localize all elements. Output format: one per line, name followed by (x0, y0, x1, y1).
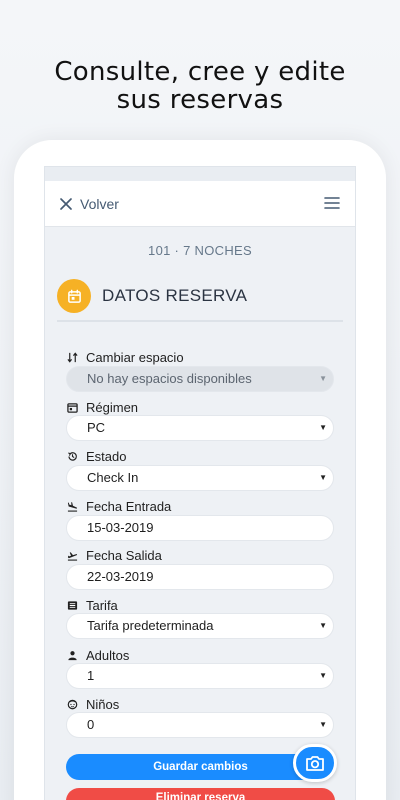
chevron-down-icon: ▼ (319, 374, 327, 383)
calendar-badge-icon (57, 279, 91, 313)
field-label-tarifa: Tarifa (67, 597, 118, 613)
field-label-ninos: Niños (67, 696, 119, 712)
camera-fab-button[interactable] (293, 744, 337, 782)
field-label-fecha-entrada: Fecha Entrada (67, 498, 171, 514)
chevron-down-icon: ▼ (319, 720, 327, 729)
fecha-entrada-input[interactable]: 15-03-2019 (66, 515, 334, 541)
swap-arrows-icon (67, 351, 78, 363)
close-icon (60, 198, 72, 210)
plane-takeoff-icon (67, 551, 78, 561)
section-divider (57, 320, 343, 322)
reservation-summary: 101 · 7 NOCHES (148, 243, 252, 258)
camera-icon (306, 756, 324, 771)
hamburger-menu-icon[interactable] (323, 194, 341, 212)
back-label: Volver (80, 196, 119, 212)
fecha-salida-input[interactable]: 22-03-2019 (66, 564, 334, 590)
delete-reservation-button[interactable]: Eliminar reserva (66, 788, 335, 800)
child-face-icon (67, 699, 78, 709)
top-bar: Volver (45, 181, 355, 227)
adultos-select[interactable]: 1 ▼ (66, 663, 334, 689)
cambiar-espacio-select[interactable]: No hay espacios disponibles ▼ (66, 366, 334, 392)
field-label-cambiar-espacio: Cambiar espacio (67, 349, 184, 365)
back-button[interactable]: Volver (59, 192, 119, 216)
app-screen: Volver 101 · 7 NOCHES DATOS RESERVA Camb… (45, 181, 355, 800)
list-icon (67, 600, 78, 610)
person-icon (68, 650, 77, 660)
headline-line-2: sus reservas (116, 85, 284, 115)
field-label-fecha-salida: Fecha Salida (67, 547, 162, 563)
chevron-down-icon: ▼ (319, 423, 327, 432)
chevron-down-icon: ▼ (319, 473, 327, 482)
chevron-down-icon: ▼ (319, 671, 327, 680)
history-icon (68, 451, 77, 461)
ninos-select[interactable]: 0 ▼ (66, 712, 334, 738)
plane-landing-icon (67, 501, 78, 512)
estado-select[interactable]: Check In ▼ (66, 465, 334, 491)
headline-line-1: Consulte, cree y edite (54, 57, 346, 87)
field-label-regimen: Régimen (67, 399, 138, 415)
section-title: DATOS RESERVA (102, 286, 248, 305)
tarifa-select[interactable]: Tarifa predeterminada ▼ (66, 613, 334, 639)
regimen-select[interactable]: PC ▼ (66, 415, 334, 441)
chevron-down-icon: ▼ (319, 621, 327, 630)
field-label-estado: Estado (67, 448, 126, 464)
field-label-adultos: Adultos (67, 647, 129, 663)
calendar-icon (67, 402, 78, 413)
